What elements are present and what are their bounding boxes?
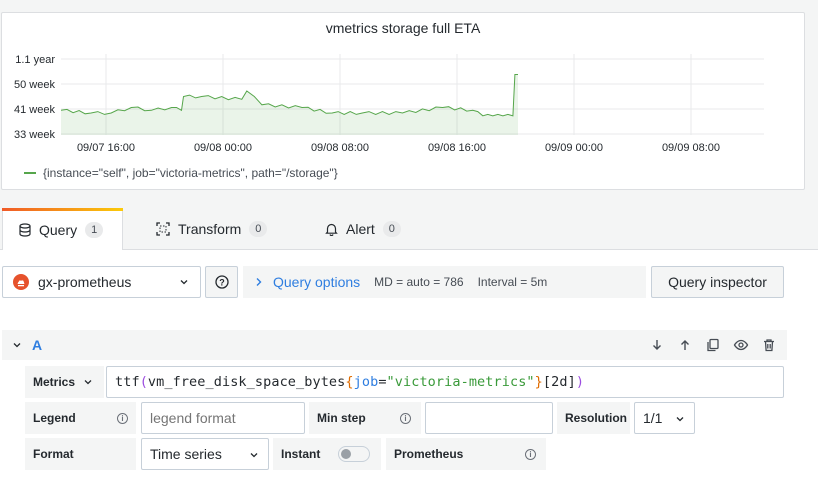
datasource-picker[interactable]: gx-prometheus xyxy=(2,266,201,298)
resolution-label-text: Resolution xyxy=(565,411,627,425)
min-step-field-label: Min step i xyxy=(309,402,421,434)
tab-alert-count: 0 xyxy=(382,221,401,237)
x-tick-label: 09/08 00:00 xyxy=(194,142,252,154)
y-tick-label: 41 week xyxy=(14,104,55,116)
tab-alert[interactable]: Alert 0 xyxy=(325,208,401,250)
expr-metric: vm_free_disk_space_bytes xyxy=(147,374,346,390)
tab-query-count: 1 xyxy=(85,222,104,238)
transform-icon xyxy=(156,222,170,236)
database-icon xyxy=(19,223,31,237)
datasource-name: gx-prometheus xyxy=(38,274,132,290)
expr-label-value: "victoria-metrics" xyxy=(386,374,535,390)
instant-toggle[interactable] xyxy=(338,446,370,462)
y-tick-label: 1.1 year xyxy=(15,54,55,66)
tab-transform-count: 0 xyxy=(249,221,268,237)
format-select[interactable]: Time series xyxy=(141,438,269,470)
resolution-value: 1/1 xyxy=(643,410,663,426)
legend-item[interactable]: {instance="self", job="victoria-metrics"… xyxy=(24,166,338,180)
legend-color-swatch xyxy=(24,172,36,174)
min-step-label-text: Min step xyxy=(317,411,366,425)
query-row-actions xyxy=(649,337,777,353)
y-tick-label: 33 week xyxy=(14,129,55,141)
tab-transform-label: Transform xyxy=(178,221,242,237)
prometheus-label-text: Prometheus xyxy=(394,447,464,461)
chevron-down-icon xyxy=(250,453,258,458)
instant-label-text: Instant xyxy=(281,447,321,461)
prometheus-type-label: Prometheus i xyxy=(386,438,546,470)
resolution-field-label: Resolution xyxy=(557,402,630,434)
resolution-select[interactable]: 1/1 xyxy=(634,402,695,434)
graph-panel: vmetrics storage full ETA 1.1 year 50 wee… xyxy=(1,12,805,190)
x-tick-label: 09/09 08:00 xyxy=(662,142,720,154)
bell-icon xyxy=(325,223,338,236)
query-ref-id[interactable]: A xyxy=(32,337,42,353)
chevron-down-icon xyxy=(180,280,188,285)
info-icon[interactable]: i xyxy=(525,449,536,460)
expr-label-key: job xyxy=(353,374,379,390)
legend-format-input[interactable] xyxy=(141,402,305,434)
tab-alert-label: Alert xyxy=(346,221,375,237)
x-tick-label: 09/07 16:00 xyxy=(77,142,135,154)
query-options-title: Query options xyxy=(273,274,361,290)
svg-text:?: ? xyxy=(219,278,225,288)
chevron-down-icon xyxy=(84,380,92,385)
datasource-help-button[interactable]: ? xyxy=(205,266,238,298)
legend-label: {instance="self", job="victoria-metrics"… xyxy=(43,166,338,180)
move-up-icon[interactable] xyxy=(677,337,693,353)
query-row-header[interactable]: A xyxy=(2,330,787,360)
metrics-browser-button[interactable]: Metrics xyxy=(25,366,104,398)
tab-query-label: Query xyxy=(39,222,78,238)
chevron-down-icon[interactable] xyxy=(12,341,22,349)
tab-transform[interactable]: Transform 0 xyxy=(156,208,268,250)
legend-field-label: Legend i xyxy=(25,402,136,434)
x-tick-label: 09/09 00:00 xyxy=(545,142,603,154)
duplicate-icon[interactable] xyxy=(705,337,721,353)
query-options-md: MD = auto = 786 xyxy=(374,275,464,289)
chevron-down-icon xyxy=(676,417,684,422)
x-tick-label: 09/08 08:00 xyxy=(311,142,369,154)
info-icon[interactable]: i xyxy=(400,413,411,424)
query-options-toggle[interactable]: Query options MD = auto = 786 Interval =… xyxy=(243,266,646,298)
expr-range: 2d xyxy=(551,374,568,390)
move-down-icon[interactable] xyxy=(649,337,665,353)
query-options-interval: Interval = 5m xyxy=(477,275,548,289)
prometheus-icon xyxy=(13,274,29,290)
expr-label-eq: = xyxy=(378,374,387,390)
eye-icon[interactable] xyxy=(733,337,749,353)
y-tick-label: 50 week xyxy=(14,79,55,91)
format-label-text: Format xyxy=(33,447,74,461)
tab-query[interactable]: Query 1 xyxy=(2,208,123,251)
chevron-right-icon xyxy=(256,278,262,286)
x-tick-label: 09/08 16:00 xyxy=(428,142,486,154)
min-step-input[interactable] xyxy=(425,402,553,434)
legend-label-text: Legend xyxy=(33,411,76,425)
editor-tabs: Query 1 Transform 0 Alert 0 xyxy=(0,208,818,251)
metrics-label: Metrics xyxy=(33,375,76,389)
format-field-label: Format xyxy=(25,438,136,470)
chart: 1.1 year 50 week 41 week 33 week 09/07 16:00… xyxy=(14,54,764,154)
query-inspector-button[interactable]: Query inspector xyxy=(651,266,784,298)
trash-icon[interactable] xyxy=(761,337,777,353)
promql-expression-input[interactable]: ttf(vm_free_disk_space_bytes{job = "victor… xyxy=(106,366,784,398)
expr-function: ttf xyxy=(115,374,140,390)
format-value: Time series xyxy=(150,446,222,462)
question-circle-icon: ? xyxy=(214,275,229,289)
info-icon[interactable]: i xyxy=(117,413,128,424)
